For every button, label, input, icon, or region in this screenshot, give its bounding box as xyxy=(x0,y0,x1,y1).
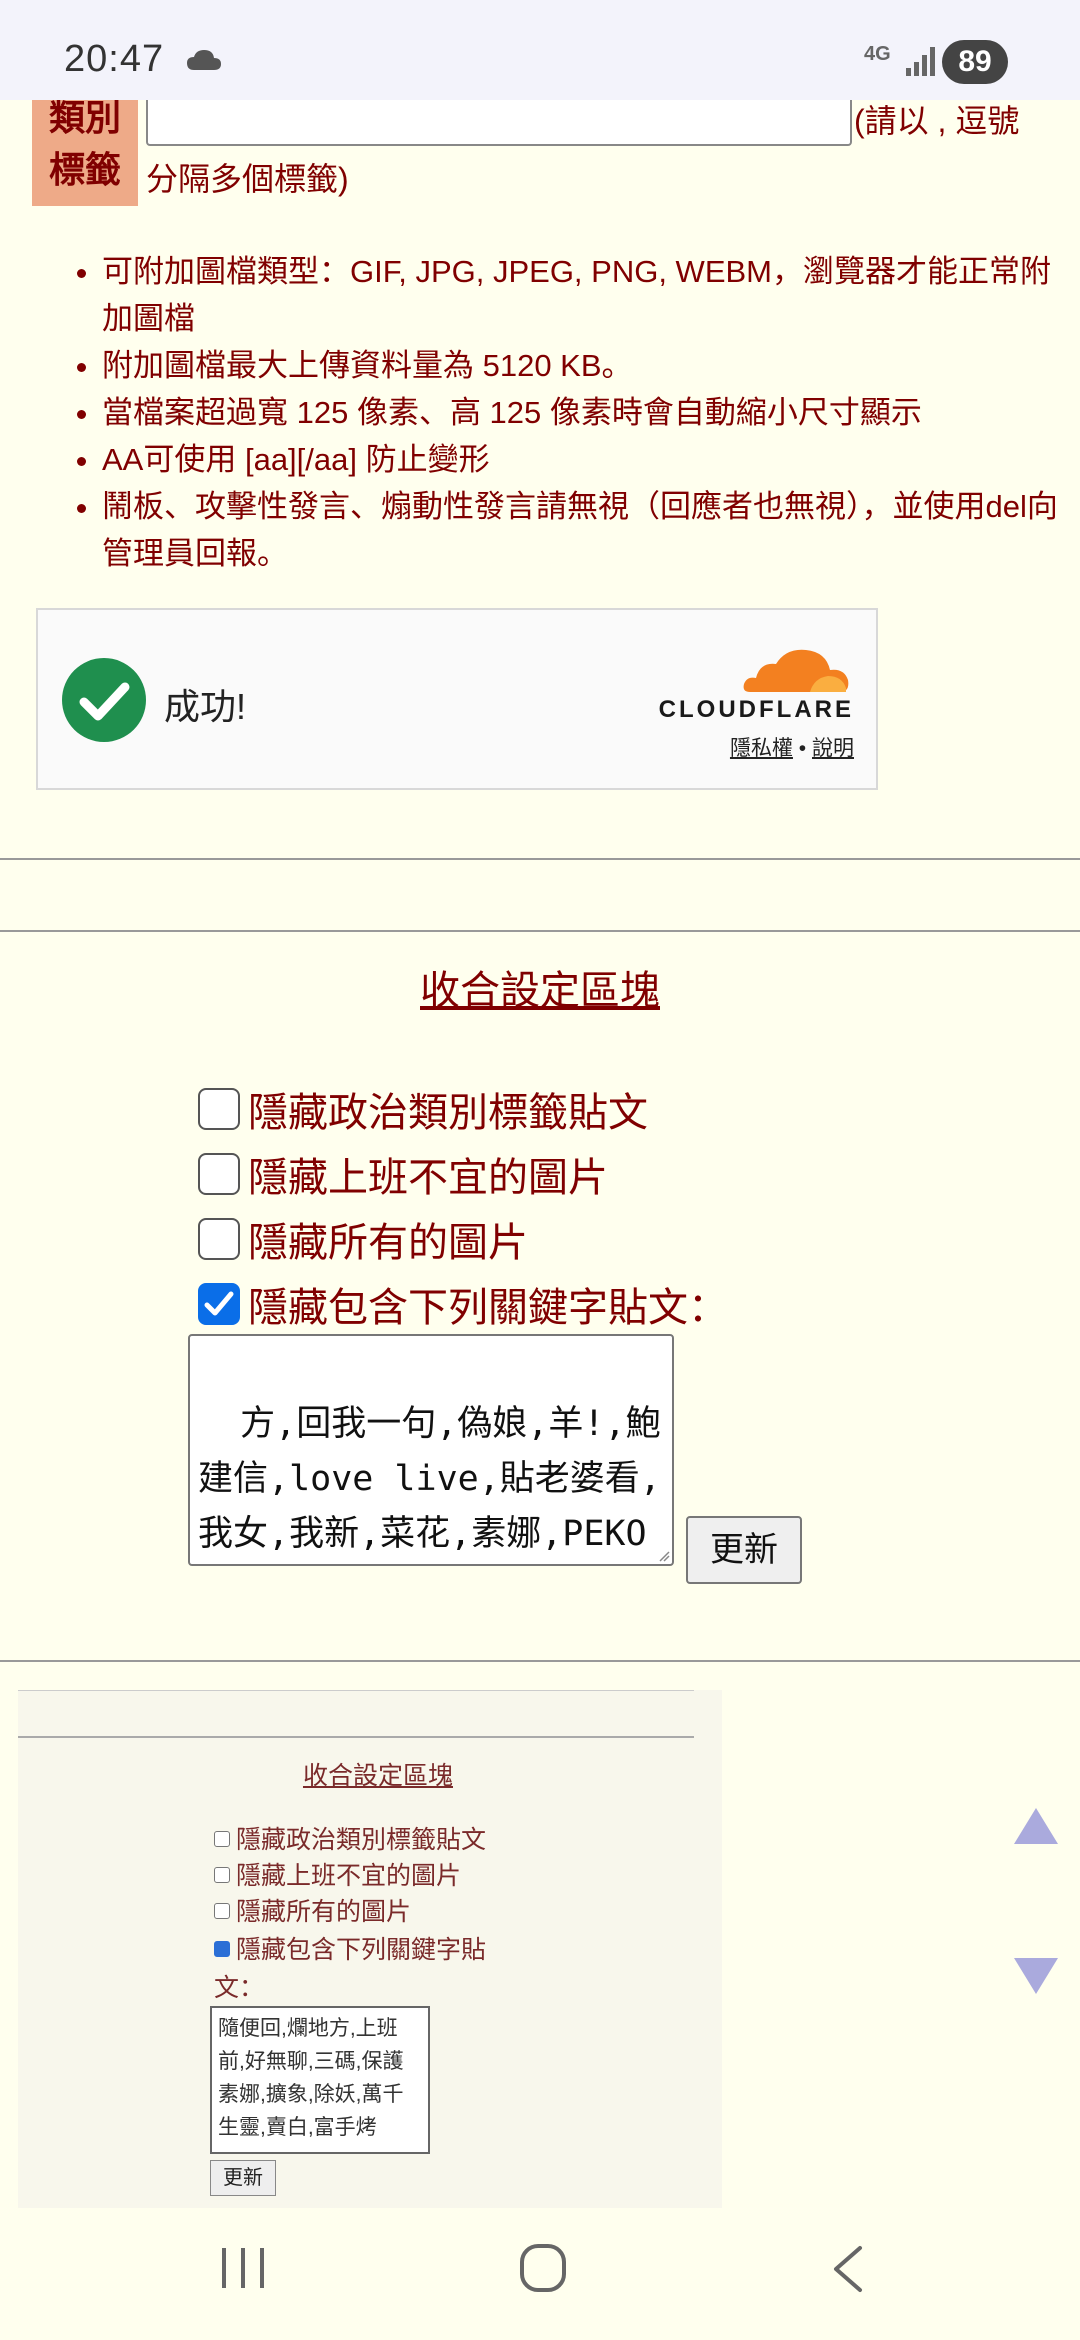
scroll-down-icon[interactable] xyxy=(1012,1956,1060,1996)
link-separator: • xyxy=(798,737,807,760)
thumb-option: 隱藏上班不宜的圖片 xyxy=(214,1856,461,1892)
cloudflare-widget: 成功! CLOUDFLARE 隱私權 • 說明 xyxy=(36,608,878,790)
battery-indicator: 89 xyxy=(942,40,1008,84)
thumb-divider xyxy=(18,1690,694,1691)
thumb-checkbox xyxy=(214,1831,230,1848)
privacy-link[interactable]: 隱私權 xyxy=(730,737,793,760)
cloud-icon xyxy=(187,50,221,70)
cloudflare-cloud-icon xyxy=(743,649,849,692)
option-label: 隱藏政治類別標籤貼文 xyxy=(248,1091,648,1135)
rule-item: 附加圖檔最大上傳資料量為 5120 KB。 xyxy=(102,342,1072,389)
thumb-option-label: 隱藏包含下列關鍵字貼 xyxy=(236,1936,487,1964)
thumb-checkbox xyxy=(214,1903,230,1920)
hide-nsfw-option[interactable]: 隱藏上班不宜的圖片 xyxy=(198,1145,608,1200)
status-time: 20:47 xyxy=(64,38,165,80)
option-label: 隱藏所有的圖片 xyxy=(248,1221,528,1265)
network-type: 4G xyxy=(864,43,891,65)
home-icon[interactable] xyxy=(518,2242,568,2294)
collapse-settings-title: 收合設定區塊 xyxy=(420,969,660,1013)
thumb-checkbox xyxy=(214,1941,230,1958)
hide-all-images-checkbox[interactable] xyxy=(198,1218,240,1261)
divider xyxy=(0,1660,1080,1662)
thumb-keyword-label: 文： xyxy=(214,1974,265,2002)
keyword-textarea[interactable]: 方,回我一句,偽娘,羊!,鮑建信,love live,貼老婆看,我女,我新,菜花… xyxy=(188,1334,674,1566)
thumb-update-button: 更新 xyxy=(210,2160,276,2196)
scroll-up-icon[interactable] xyxy=(1012,1806,1060,1846)
status-bar: 20:47 4G 89 xyxy=(0,0,1080,100)
category-label: 類別 標籤 xyxy=(32,92,138,206)
checkmark-icon xyxy=(204,1291,234,1316)
thumb-title: 收合設定區塊 xyxy=(302,1762,453,1790)
posting-rules: 可附加圖檔類型：GIF, JPG, JPEG, PNG, WEBM，瀏覽器才能正… xyxy=(70,248,1072,577)
thumb-option: 隱藏政治類別標籤貼文 xyxy=(214,1820,486,1856)
divider xyxy=(0,930,1080,932)
thumb-option: 隱藏所有的圖片 xyxy=(214,1892,411,1928)
keyword-text: 方,回我一句,偽娘,羊!,鮑建信,love live,貼老婆看,我女,我新,菜花… xyxy=(198,1404,661,1554)
thumb-option-label: 隱藏所有的圖片 xyxy=(236,1898,412,1926)
verification-status: 成功! xyxy=(164,686,247,727)
hide-political-option[interactable]: 隱藏政治類別標籤貼文 xyxy=(198,1080,648,1135)
thumb-checkbox xyxy=(214,1867,230,1884)
cloudflare-links: 隱私權 • 說明 xyxy=(730,732,854,762)
cloudflare-brand: CLOUDFLARE xyxy=(658,696,854,723)
hide-keywords-checkbox[interactable] xyxy=(198,1283,240,1326)
category-label-line2: 標籤 xyxy=(48,149,121,190)
hide-nsfw-checkbox[interactable] xyxy=(198,1153,240,1196)
navigation-bar xyxy=(0,2208,1080,2340)
thumb-option-label: 隱藏上班不宜的圖片 xyxy=(236,1862,462,1890)
signal-icon xyxy=(906,47,935,76)
rule-item: 鬧板、攻擊性發言、煽動性發言請無視（回應者也無視），並使用del向管理員回報。 xyxy=(102,483,1072,577)
embedded-screenshot: 收合設定區塊 隱藏政治類別標籤貼文 隱藏上班不宜的圖片 隱藏所有的圖片 隱藏包含… xyxy=(18,1690,722,2208)
option-label: 隱藏上班不宜的圖片 xyxy=(248,1156,608,1200)
hide-keywords-option[interactable]: 隱藏包含下列關鍵字貼文： xyxy=(198,1275,728,1330)
thumb-divider xyxy=(18,1736,694,1738)
help-link[interactable]: 說明 xyxy=(812,737,854,760)
rule-item: 當檔案超過寬 125 像素、高 125 像素時會自動縮小尺寸顯示 xyxy=(102,389,1072,436)
option-label: 隱藏包含下列關鍵字貼文： xyxy=(248,1286,728,1330)
check-circle-icon xyxy=(62,658,146,742)
divider xyxy=(0,858,1080,860)
thumb-keyword-textarea: 隨便回,爛地方,上班前,好無聊,三碼,保護素娜,擴象,除妖,萬千生靈,賣白,富手… xyxy=(210,2006,430,2154)
rule-item: AA可使用 [aa][/aa] 防止變形 xyxy=(102,436,1072,483)
back-icon[interactable] xyxy=(828,2244,868,2294)
thumb-option-label: 隱藏政治類別標籤貼文 xyxy=(236,1826,487,1854)
hide-all-images-option[interactable]: 隱藏所有的圖片 xyxy=(198,1210,528,1265)
thumb-option: 隱藏包含下列關鍵字貼 xyxy=(214,1930,486,1966)
recent-apps-icon[interactable] xyxy=(218,2244,268,2292)
resize-grip-icon[interactable] xyxy=(658,1550,670,1562)
rule-item: 可附加圖檔類型：GIF, JPG, JPEG, PNG, WEBM，瀏覽器才能正… xyxy=(102,248,1072,342)
hide-political-checkbox[interactable] xyxy=(198,1088,240,1131)
update-button[interactable]: 更新 xyxy=(686,1516,802,1584)
